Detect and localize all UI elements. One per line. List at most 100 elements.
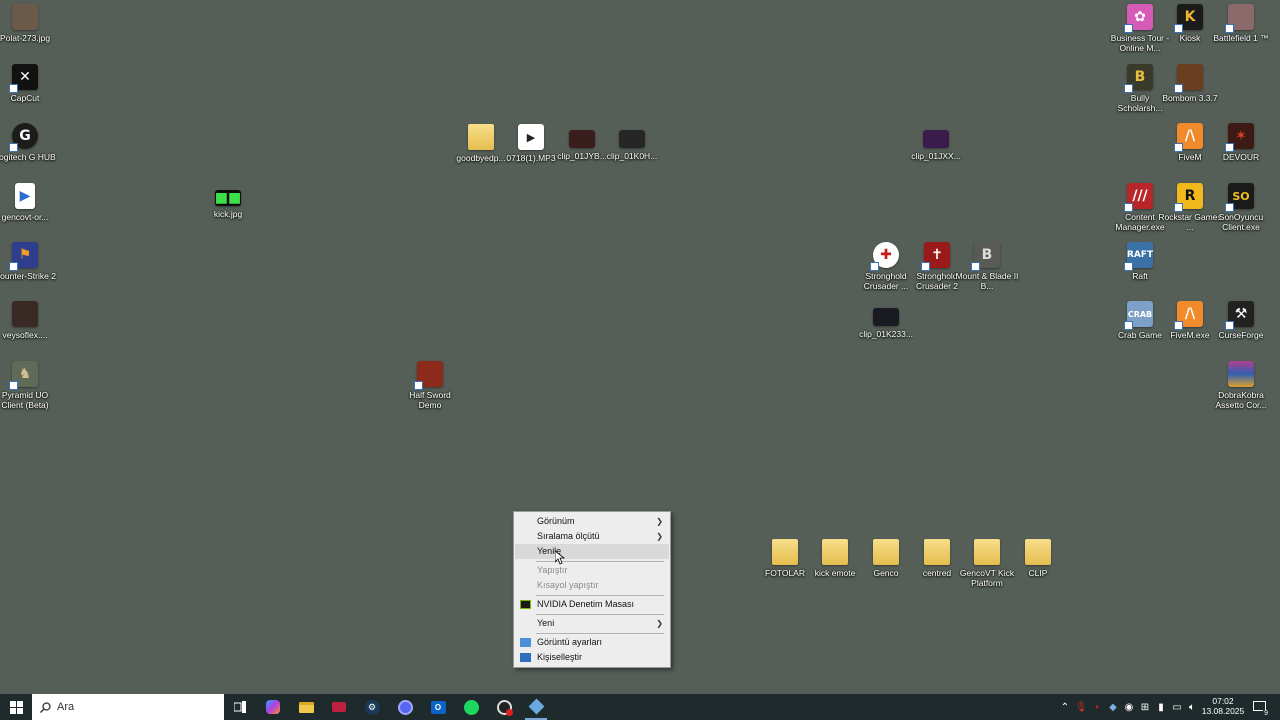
- curseforge-icon: ⚒: [1225, 301, 1254, 330]
- outlook-icon: O: [430, 700, 446, 714]
- task-view-button[interactable]: [229, 694, 251, 720]
- desktop-icon-sonoyuncu[interactable]: SO SonOyuncu Client.exe: [1209, 183, 1273, 232]
- microphone-icon: ▮: [1158, 701, 1164, 713]
- desktop-icon-clip-k233[interactable]: clip_01K233...: [854, 308, 918, 339]
- spotify-button[interactable]: [460, 694, 482, 720]
- desktop-icon-bombom[interactable]: Bombom 3.3.7: [1158, 64, 1222, 103]
- video-icon: [873, 308, 899, 326]
- menu-item-goruntu-ayarlari[interactable]: Görüntü ayarları: [515, 635, 669, 650]
- obs-button[interactable]: [493, 694, 515, 720]
- fivem-icon: /\: [1174, 301, 1203, 330]
- tray-mic2-button[interactable]: ▮: [1154, 694, 1168, 720]
- folder-icon: [1025, 539, 1051, 565]
- file-explorer-button[interactable]: [295, 694, 317, 720]
- desktop-icon-veysoflex[interactable]: veysoflex....: [0, 301, 57, 340]
- cs2-icon: ⚑: [9, 242, 38, 271]
- desktop-icon-clip-k0h[interactable]: clip_01K0H...: [600, 130, 664, 161]
- tray-volume-button[interactable]: 🔈︎: [1185, 694, 1199, 720]
- outlook-button[interactable]: O: [427, 694, 449, 720]
- menu-item-gorunum[interactable]: Görünüm ❯: [515, 514, 669, 529]
- desktop-context-menu: Görünüm ❯ Sıralama ölçütü ❯ Yenile Yapıştı…: [513, 511, 671, 668]
- microphone-icon: 🎙︎: [1074, 701, 1088, 713]
- taskbar-active-app-button[interactable]: [525, 694, 547, 720]
- chevron-right-icon: ❯: [656, 619, 663, 628]
- game-icon: [1225, 4, 1254, 33]
- discord-button[interactable]: [394, 694, 416, 720]
- photo-icon: [12, 4, 38, 30]
- tray-wifi-button[interactable]: ▭: [1170, 694, 1184, 720]
- kick-icon: ■■: [214, 190, 242, 206]
- spotify-icon: [463, 699, 479, 715]
- desktop-icon-half-sword[interactable]: Half Sword Demo: [398, 361, 462, 410]
- menu-item-kisayol-yapistir: Kısayol yapıştır: [537, 580, 599, 590]
- desktop-icon-capcut[interactable]: ✕ CapCut: [0, 64, 57, 103]
- windows-logo-icon: [9, 700, 23, 714]
- folder-icon: [974, 539, 1000, 565]
- winrar-icon: [1228, 361, 1254, 387]
- desktop-icon-kick-jpg[interactable]: ■■ kick.jpg: [196, 190, 260, 219]
- menu-item-nvidia[interactable]: NVIDIA Denetim Masası: [515, 597, 669, 612]
- display-icon: [520, 638, 531, 647]
- network-icon: ⊞: [1140, 701, 1150, 713]
- tray-mic-button[interactable]: 🎙︎: [1074, 694, 1088, 720]
- search-icon: [40, 701, 51, 713]
- start-button[interactable]: [4, 694, 28, 720]
- video-icon: [923, 130, 949, 148]
- copilot-icon: [266, 700, 280, 714]
- tray-obs-button[interactable]: ◉: [1122, 694, 1136, 720]
- video-icon: [569, 130, 595, 148]
- desktop-icon-gencovt[interactable]: ▶ gencovt-or...: [0, 183, 57, 222]
- file-explorer-icon: [298, 701, 314, 713]
- desktop-icon-polat[interactable]: Polat-273.jpg: [0, 4, 57, 43]
- desktop-icon-raft[interactable]: RAFT Raft: [1108, 242, 1172, 281]
- obs-icon: [496, 699, 513, 716]
- desktop-icon-dobrakobra[interactable]: DobraKobra Assetto Cor...: [1209, 361, 1273, 410]
- tray-network-button[interactable]: ⊞: [1138, 694, 1152, 720]
- game-icon: [1174, 64, 1203, 93]
- desktop-icon-clip-folder[interactable]: CLIP: [1006, 539, 1070, 578]
- desktop-icon-bannerlord[interactable]: B Mount & Blade II B...: [955, 242, 1019, 291]
- menu-item-yeni[interactable]: Yeni ❯: [515, 616, 669, 631]
- mouse-cursor-icon: [555, 551, 565, 565]
- tray-overflow-button[interactable]: ⌃: [1058, 694, 1072, 720]
- content-manager-icon: ///: [1124, 183, 1153, 212]
- app-icon: [528, 698, 544, 714]
- video-icon: [619, 130, 645, 148]
- steam-icon: ◆: [1109, 701, 1117, 713]
- desktop-icon-curseforge[interactable]: ⚒ CurseForge: [1209, 301, 1273, 340]
- desktop-icon-clip-jxx[interactable]: clip_01JXX...: [904, 130, 968, 161]
- logitech-icon: G: [9, 123, 38, 152]
- tray-steam-button[interactable]: ◆: [1106, 694, 1120, 720]
- menu-item-kisisellestir[interactable]: Kişiselleştir: [515, 650, 669, 665]
- taskbar-search-box[interactable]: Ara: [32, 694, 224, 720]
- desktop-icon-battlefield[interactable]: Battlefield 1 ™: [1209, 4, 1273, 43]
- capcut-icon: ✕: [9, 64, 38, 93]
- taskbar-clock[interactable]: 07:02 13.08.2025: [1199, 696, 1247, 716]
- menu-item-yenile[interactable]: Yenile: [515, 544, 669, 559]
- game-icon: ✶: [1225, 123, 1254, 152]
- bully-icon: B: [1124, 64, 1153, 93]
- desktop-icon-cs2[interactable]: ⚑ Counter-Strike 2: [0, 242, 57, 281]
- discord-icon: [397, 699, 413, 715]
- desktop-icon-logitech[interactable]: G Logitech G HUB: [0, 123, 57, 162]
- notification-center-button[interactable]: 9: [1249, 694, 1271, 720]
- menu-separator: [536, 614, 664, 615]
- raft-icon: RAFT: [1124, 242, 1153, 271]
- folder-icon: [822, 539, 848, 565]
- chevron-right-icon: ❯: [656, 532, 663, 541]
- desktop-icon-devour[interactable]: ✶ DEVOUR: [1209, 123, 1273, 162]
- steam-button[interactable]: ⚙: [361, 694, 383, 720]
- file-icon: ▶: [15, 183, 35, 209]
- folder-icon: [772, 539, 798, 565]
- menu-item-siralama[interactable]: Sıralama ölçütü ❯: [515, 529, 669, 544]
- chevron-right-icon: ❯: [656, 517, 663, 526]
- photo-icon: [12, 301, 38, 327]
- copilot-button[interactable]: [262, 694, 284, 720]
- taskbar-app-button[interactable]: [328, 694, 350, 720]
- pyramid-icon: ♞: [9, 361, 38, 390]
- rockstar-icon: R: [1174, 183, 1203, 212]
- tray-app-button[interactable]: ▪: [1090, 694, 1104, 720]
- desktop-icon-pyramid-uo[interactable]: ♞ Pyramid UO Client (Beta): [0, 361, 57, 410]
- kiosk-icon: K: [1174, 4, 1203, 33]
- menu-separator: [536, 633, 664, 634]
